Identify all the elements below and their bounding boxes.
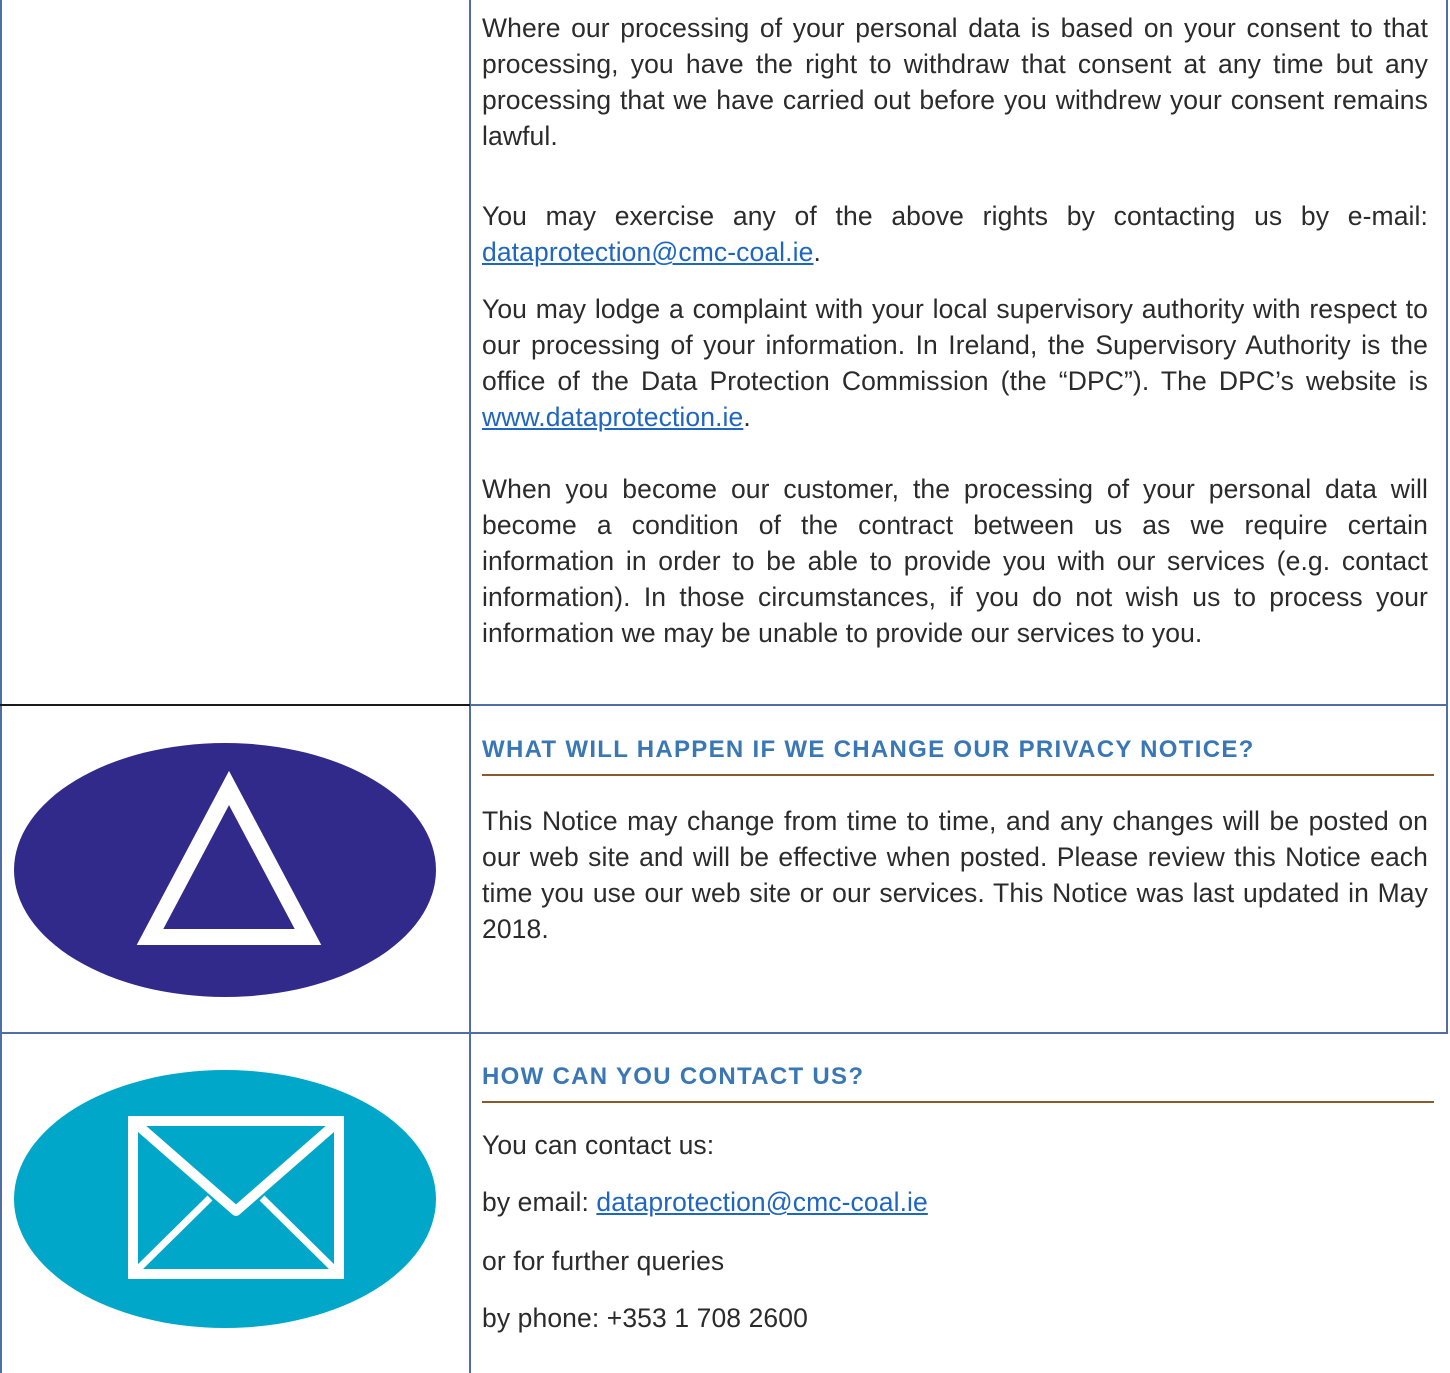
privacy-notice-change-body: This Notice may change from time to time… [482,806,1428,944]
period-text: . [743,402,751,432]
exercise-rights-paragraph: You may exercise any of the above rights… [482,198,1428,270]
contact-intro: You can contact us: [482,1130,715,1160]
consent-withdrawal-paragraph: Where our processing of your personal da… [482,10,1428,154]
row-divider-2 [0,1032,1448,1034]
contact-phone-line: by phone: +353 1 708 2600 [482,1303,808,1333]
dpc-website-link[interactable]: www.dataprotection.ie [482,402,743,432]
contact-email-line: by email: dataprotection@cmc-coal.ie [482,1184,1428,1220]
warning-triangle-icon [14,743,436,997]
envelope-icon [14,1070,436,1328]
table-left-border [0,0,2,1373]
customer-condition-text: When you become our customer, the proces… [482,474,1428,648]
further-queries-line: or for further queries [482,1246,725,1276]
dataprotection-email-link[interactable]: dataprotection@cmc-coal.ie [482,237,813,267]
complaint-paragraph: You may lodge a complaint with your loca… [482,291,1428,435]
privacy-notice-change-heading: WHAT WILL HAPPEN IF WE CHANGE OUR PRIVAC… [482,734,1434,776]
complaint-text: You may lodge a complaint with your loca… [482,294,1428,396]
contact-email-link[interactable]: dataprotection@cmc-coal.ie [596,1187,927,1217]
row-divider-1-right [470,704,1448,706]
contact-us-heading: HOW CAN YOU CONTACT US? [482,1061,1434,1103]
table-right-border [1446,0,1448,1033]
row-divider-1 [0,704,470,706]
consent-withdrawal-text: Where our processing of your personal da… [482,13,1428,151]
period-text: . [813,237,821,267]
exercise-rights-text: You may exercise any of the above rights… [482,201,1428,231]
customer-condition-paragraph: When you become our customer, the proces… [482,471,1428,651]
table-column-divider [469,0,471,1373]
contact-email-label: by email: [482,1187,597,1217]
